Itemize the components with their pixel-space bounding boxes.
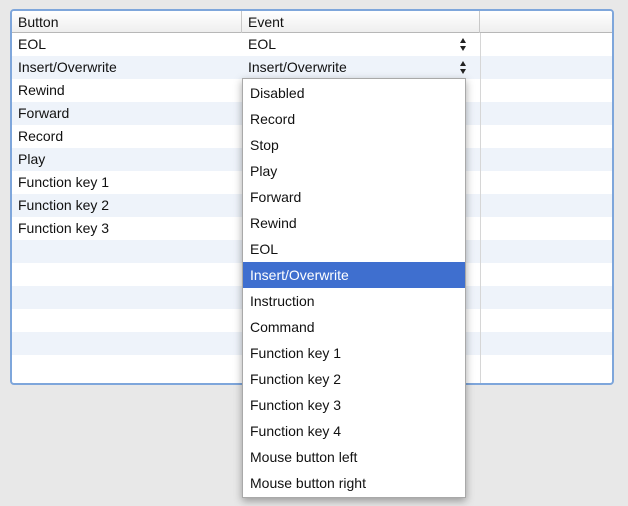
menu-item-instruction[interactable]: Instruction xyxy=(243,288,465,314)
button-cell xyxy=(12,332,242,355)
column-header-extra[interactable] xyxy=(480,11,612,33)
event-popup[interactable]: EOL xyxy=(242,33,480,56)
menu-item-function-key-4[interactable]: Function key 4 xyxy=(243,418,465,444)
menu-item-insert-overwrite[interactable]: Insert/Overwrite xyxy=(243,262,465,288)
menu-item-mouse-button-left[interactable]: Mouse button left xyxy=(243,444,465,470)
column-header-button[interactable]: Button xyxy=(12,11,242,33)
up-down-stepper-icon[interactable] xyxy=(460,37,468,52)
menu-item-command[interactable]: Command xyxy=(243,314,465,340)
menu-item-function-key-1[interactable]: Function key 1 xyxy=(243,340,465,366)
button-cell: EOL xyxy=(18,36,47,52)
table-row[interactable]: Insert/Overwrite Insert/Overwrite xyxy=(12,56,612,79)
button-cell: Function key 2 xyxy=(18,197,110,213)
event-popup[interactable]: Insert/Overwrite xyxy=(242,56,480,79)
menu-item-function-key-3[interactable]: Function key 3 xyxy=(243,392,465,418)
table-header: Button Event xyxy=(12,11,612,33)
menu-item-eol[interactable]: EOL xyxy=(243,236,465,262)
button-cell: Rewind xyxy=(18,82,65,98)
menu-item-function-key-2[interactable]: Function key 2 xyxy=(243,366,465,392)
button-cell xyxy=(12,240,242,263)
button-cell: Insert/Overwrite xyxy=(18,59,117,75)
event-value: Insert/Overwrite xyxy=(248,59,347,75)
button-cell xyxy=(12,286,242,309)
menu-item-stop[interactable]: Stop xyxy=(243,132,465,158)
menu-item-record[interactable]: Record xyxy=(243,106,465,132)
column-divider xyxy=(480,33,481,383)
button-cell: Forward xyxy=(18,105,70,121)
column-header-event[interactable]: Event xyxy=(242,11,480,33)
menu-item-forward[interactable]: Forward xyxy=(243,184,465,210)
button-cell xyxy=(12,355,242,378)
menu-item-rewind[interactable]: Rewind xyxy=(243,210,465,236)
menu-item-disabled[interactable]: Disabled xyxy=(243,80,465,106)
event-value: EOL xyxy=(248,36,277,52)
button-cell: Function key 3 xyxy=(18,220,110,236)
up-down-stepper-icon[interactable] xyxy=(460,60,468,75)
button-cell: Play xyxy=(18,151,46,167)
menu-item-play[interactable]: Play xyxy=(243,158,465,184)
event-dropdown-menu: Disabled Record Stop Play Forward Rewind… xyxy=(242,78,466,498)
button-cell xyxy=(12,309,242,332)
table-row[interactable]: EOL EOL xyxy=(12,33,612,56)
menu-item-mouse-button-right[interactable]: Mouse button right xyxy=(243,470,465,496)
button-cell: Record xyxy=(18,128,64,144)
button-cell: Function key 1 xyxy=(18,174,110,190)
button-cell xyxy=(12,263,242,286)
